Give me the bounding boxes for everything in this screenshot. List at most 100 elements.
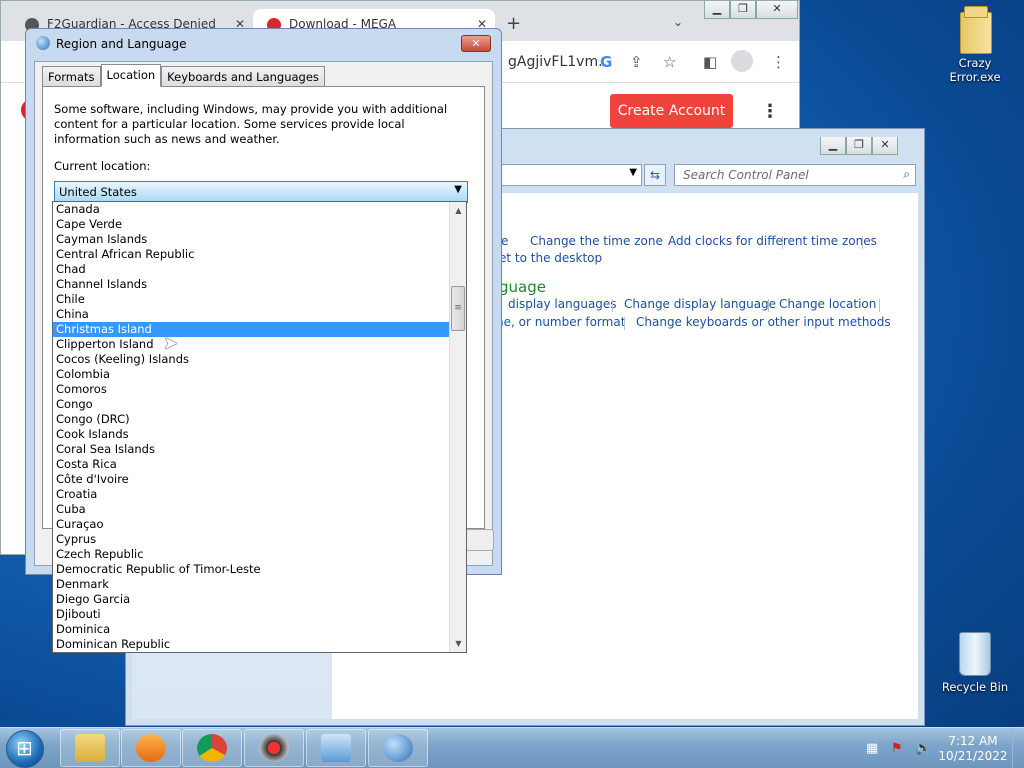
dropdown-item[interactable]: Djibouti bbox=[53, 607, 466, 622]
dropdown-item[interactable]: Dominica bbox=[53, 622, 466, 637]
dropdown-item[interactable]: Cape Verde bbox=[53, 217, 466, 232]
link-change-location[interactable]: Change location bbox=[779, 297, 876, 311]
star-icon[interactable]: ☆ bbox=[663, 53, 676, 71]
dropdown-item[interactable]: Canada bbox=[53, 202, 466, 217]
desktop-icon-recycle-bin[interactable]: Recycle Bin bbox=[935, 632, 1015, 694]
dropdown-item[interactable]: Curaçao bbox=[53, 517, 466, 532]
dropdown-item[interactable]: China bbox=[53, 307, 466, 322]
dropdown-item[interactable]: Cyprus bbox=[53, 532, 466, 547]
chevron-down-icon[interactable]: ▼ bbox=[454, 184, 462, 195]
new-tab-button[interactable]: + bbox=[506, 13, 521, 34]
dropdown-item[interactable]: Denmark bbox=[53, 577, 466, 592]
taskbar-chrome[interactable] bbox=[182, 729, 242, 767]
close-button[interactable]: ✕ bbox=[756, 1, 798, 19]
location-description: Some software, including Windows, may pr… bbox=[54, 102, 448, 146]
taskbar-app[interactable] bbox=[244, 729, 304, 767]
control-panel-icon bbox=[321, 734, 351, 762]
tab-location[interactable]: Location bbox=[100, 64, 162, 87]
scroll-down-arrow-icon[interactable]: ▼ bbox=[450, 635, 466, 652]
dropdown-item[interactable]: Czech Republic bbox=[53, 547, 466, 562]
desktop-icon-crazy-error[interactable]: Crazy Error.exe bbox=[935, 6, 1015, 84]
dialog-tabs: Formats Location Keyboards and Languages bbox=[42, 64, 325, 87]
taskbar-explorer[interactable] bbox=[60, 729, 120, 767]
desktop-icon-label: Recycle Bin bbox=[941, 680, 1009, 694]
tab-search-chevron-icon[interactable]: ⌄ bbox=[673, 15, 683, 29]
link-install-display-languages[interactable]: display languages bbox=[508, 297, 617, 311]
folder-icon bbox=[75, 734, 105, 762]
dropdown-item[interactable]: Chad bbox=[53, 262, 466, 277]
dropdown-item[interactable]: Chile bbox=[53, 292, 466, 307]
start-button[interactable] bbox=[6, 730, 44, 768]
network-icon[interactable]: ▦ bbox=[866, 741, 878, 756]
folder-icon bbox=[958, 6, 992, 54]
current-location-label: Current location: bbox=[54, 159, 151, 173]
link-change-display-language[interactable]: Change display language bbox=[624, 297, 776, 311]
maximize-button[interactable]: ❐ bbox=[846, 137, 872, 155]
search-input[interactable]: Search Control Panel ⌕ bbox=[674, 164, 916, 186]
dropdown-item[interactable]: Cayman Islands bbox=[53, 232, 466, 247]
search-placeholder: Search Control Panel bbox=[683, 168, 809, 182]
dialog-close-button[interactable]: ✕ bbox=[461, 35, 491, 52]
show-desktop-button[interactable] bbox=[1012, 728, 1024, 768]
dropdown-item[interactable]: Congo (DRC) bbox=[53, 412, 466, 427]
dropdown-item[interactable]: Central African Republic bbox=[53, 247, 466, 262]
location-dropdown-list[interactable]: Canada Cape Verde Cayman Islands Central Af… bbox=[52, 201, 467, 653]
dropdown-item[interactable]: Colombia bbox=[53, 367, 466, 382]
link-set-date-time[interactable]: e bbox=[501, 234, 508, 248]
dropdown-item[interactable]: Cook Islands bbox=[53, 427, 466, 442]
chevron-down-icon[interactable]: ▼ bbox=[629, 167, 637, 178]
dropdown-item[interactable]: Cuba bbox=[53, 502, 466, 517]
link-change-time-zone[interactable]: Change the time zone bbox=[530, 234, 663, 248]
close-button[interactable]: ✕ bbox=[872, 137, 898, 155]
share-icon[interactable]: ⇪ bbox=[630, 53, 643, 71]
clock-date: 10/21/2022 bbox=[938, 749, 1008, 763]
link-change-keyboards[interactable]: Change keyboards or other input methods bbox=[636, 315, 891, 329]
globe-icon bbox=[36, 36, 50, 50]
action-center-flag-icon[interactable]: ⚑ bbox=[891, 741, 903, 756]
google-icon[interactable]: G bbox=[600, 53, 612, 71]
dropdown-item[interactable]: Clipperton Island bbox=[53, 337, 466, 352]
dropdown-item[interactable]: Croatia bbox=[53, 487, 466, 502]
taskbar-region-language[interactable] bbox=[368, 729, 428, 767]
taskbar-control-panel[interactable] bbox=[306, 729, 366, 767]
dropdown-item[interactable]: Congo bbox=[53, 397, 466, 412]
refresh-icon[interactable]: ⇆ bbox=[644, 164, 666, 186]
link-add-clocks[interactable]: Add clocks for different time zones bbox=[668, 234, 877, 248]
side-panel-icon[interactable]: ◧ bbox=[703, 53, 717, 71]
dropdown-scrollbar[interactable]: ▲ ≡ ▼ bbox=[449, 202, 466, 652]
dropdown-item[interactable]: Côte d'Ivoire bbox=[53, 472, 466, 487]
link-change-date-format[interactable]: ne, or number format bbox=[496, 315, 625, 329]
profile-avatar[interactable] bbox=[731, 50, 753, 72]
dropdown-item[interactable]: Channel Islands bbox=[53, 277, 466, 292]
current-location-value: United States bbox=[59, 185, 137, 199]
search-icon[interactable]: ⌕ bbox=[903, 167, 910, 182]
dropdown-item[interactable]: Christmas Island bbox=[53, 322, 466, 337]
system-clock[interactable]: 7:12 AM 10/21/2022 bbox=[935, 734, 1011, 764]
separator bbox=[624, 317, 625, 330]
dropdown-item[interactable]: Comoros bbox=[53, 382, 466, 397]
minimize-button[interactable]: ▁ bbox=[820, 137, 846, 155]
dropdown-item[interactable]: Cocos (Keeling) Islands bbox=[53, 352, 466, 367]
link-internet-time[interactable]: et to the desktop bbox=[499, 251, 602, 265]
dropdown-item[interactable]: Democratic Republic of Timor-Leste bbox=[53, 562, 466, 577]
minimize-button[interactable]: ▁ bbox=[704, 1, 730, 19]
current-location-select[interactable]: United States ▼ bbox=[54, 181, 468, 203]
dropdown-item[interactable]: Diego Garcia bbox=[53, 592, 466, 607]
dropdown-item[interactable]: Coral Sea Islands bbox=[53, 442, 466, 457]
taskbar-media-player[interactable] bbox=[121, 729, 181, 767]
scroll-thumb[interactable]: ≡ bbox=[451, 286, 465, 331]
dropdown-item[interactable]: Costa Rica bbox=[53, 457, 466, 472]
scroll-up-arrow-icon[interactable]: ▲ bbox=[450, 202, 466, 219]
create-account-button[interactable]: Create Account bbox=[610, 94, 733, 128]
tab-formats[interactable]: Formats bbox=[42, 66, 101, 87]
separator bbox=[612, 299, 613, 312]
page-menu-icon[interactable]: ⋮ bbox=[761, 101, 779, 122]
globe-icon bbox=[383, 734, 413, 762]
maximize-button[interactable]: ❐ bbox=[730, 1, 756, 19]
dropdown-item[interactable]: Dominican Republic bbox=[53, 637, 466, 652]
volume-icon[interactable]: 🔈 bbox=[915, 741, 931, 756]
menu-kebab-icon[interactable]: ⋮ bbox=[771, 53, 786, 71]
address-bar[interactable]: gAgjivFL1vm... bbox=[508, 54, 611, 70]
section-heading-region-language[interactable]: guage bbox=[499, 278, 546, 296]
tab-keyboards-languages[interactable]: Keyboards and Languages bbox=[161, 66, 325, 87]
